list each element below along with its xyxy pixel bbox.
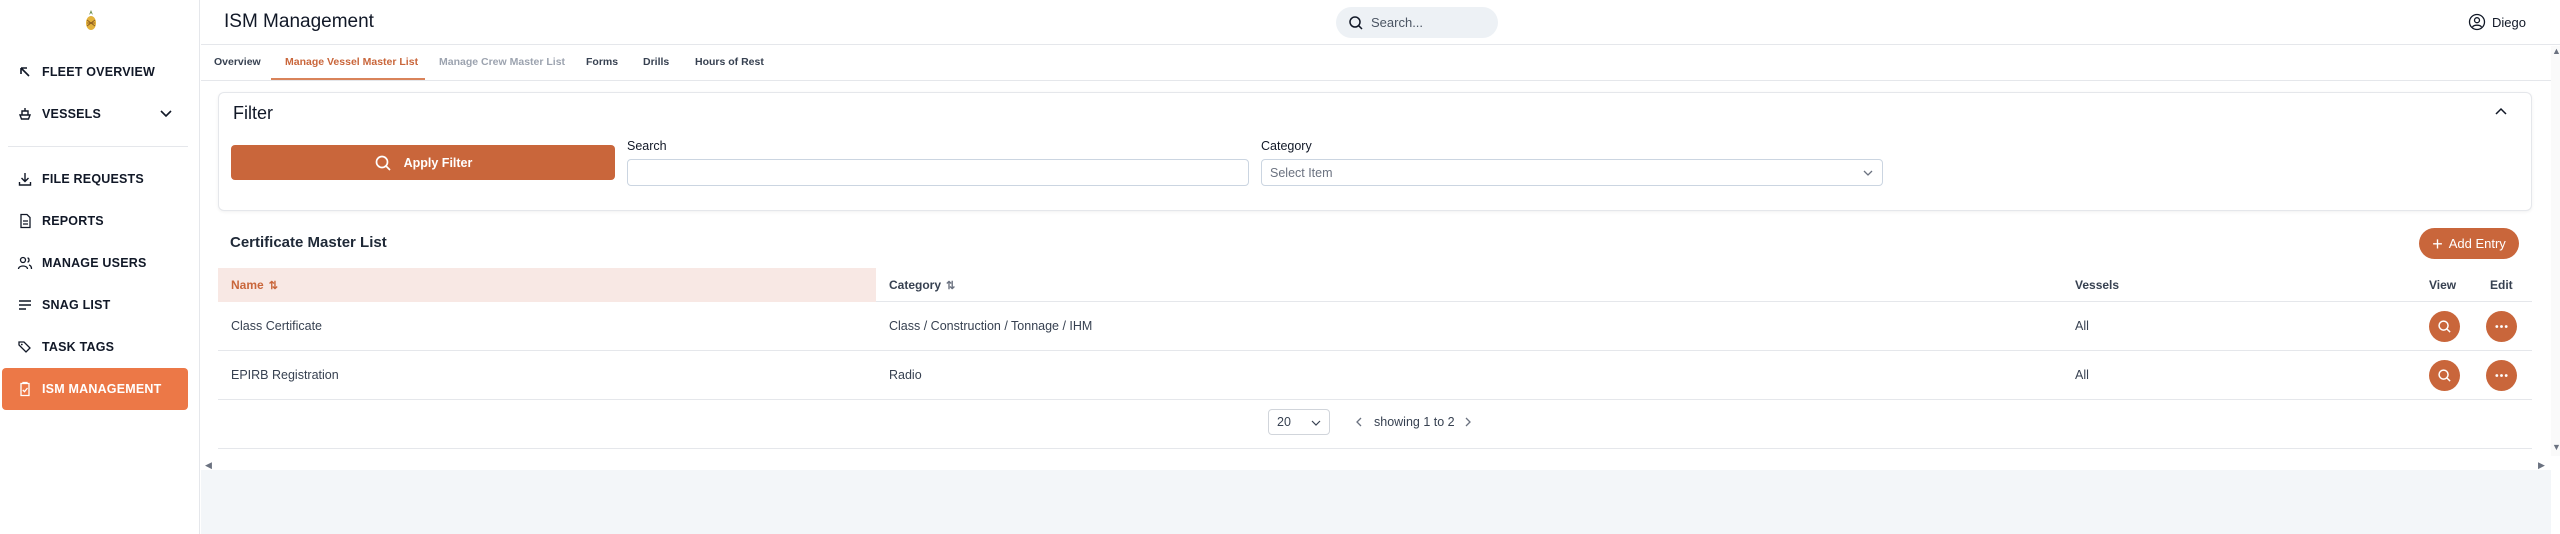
more-dots-icon — [2494, 368, 2509, 383]
sidebar-item-label: VESSELS — [42, 107, 102, 121]
pagination: 20 showing 1 to 2 — [1268, 409, 1483, 435]
horizontal-scrollbar-track[interactable] — [218, 448, 2532, 449]
search-icon — [2437, 319, 2452, 334]
column-header-view: View — [2429, 278, 2457, 292]
sidebar-item-fleet-overview[interactable]: FLEET OVERVIEW — [2, 51, 188, 93]
next-page-icon[interactable] — [1463, 416, 1475, 428]
category-placeholder: Select Item — [1270, 165, 1333, 180]
cell-category: Class / Construction / Tonnage / IHM — [889, 319, 1093, 333]
vertical-scrollbar[interactable]: ▲ ▼ — [2551, 46, 2560, 456]
column-header-vessels: Vessels — [2075, 278, 2120, 292]
category-label: Category — [1261, 139, 1312, 153]
sort-icon[interactable]: ⇅ — [946, 279, 955, 292]
sidebar-item-label: MANAGE USERS — [42, 256, 147, 270]
filter-search-input[interactable] — [627, 159, 1249, 186]
tab-overview[interactable]: Overview — [214, 56, 261, 68]
page-size-value: 20 — [1277, 415, 1291, 429]
add-entry-button[interactable]: + Add Entry — [2419, 228, 2519, 259]
sidebar-item-task-tags[interactable]: TASK TAGS — [2, 326, 188, 368]
sidebar-item-snag-list[interactable]: SNAG LIST — [2, 284, 188, 326]
add-entry-label: Add Entry — [2448, 236, 2506, 251]
sidebar-item-ism-management[interactable]: ISM MANAGEMENT — [2, 368, 188, 410]
ship-icon — [16, 105, 34, 123]
sort-asc-icon[interactable]: ⇅ — [269, 279, 278, 292]
sidebar-item-label: REPORTS — [42, 214, 104, 228]
chevron-up-icon[interactable] — [2493, 104, 2509, 120]
tab-bar: Overview Manage Vessel Master List Manag… — [201, 46, 2551, 81]
user-avatar-icon — [2468, 13, 2492, 31]
sidebar-item-label: SNAG LIST — [42, 298, 111, 312]
sidebar-item-manage-users[interactable]: MANAGE USERS — [2, 242, 188, 284]
column-category-label: Category — [889, 278, 942, 292]
sidebar: FLEET OVERVIEW VESSELS FILE REQUESTS REP… — [0, 0, 200, 534]
tab-drills[interactable]: Drills — [643, 56, 669, 68]
tab-hours-of-rest[interactable]: Hours of Rest — [695, 56, 764, 68]
cell-vessels: All — [2075, 368, 2089, 382]
apply-filter-label: Apply Filter — [403, 155, 473, 170]
search-input[interactable]: Search... — [1336, 7, 1498, 38]
scroll-right-arrow-icon[interactable]: ▶ — [2538, 460, 2545, 471]
cell-vessels: All — [2075, 319, 2089, 333]
chevron-down-icon[interactable] — [158, 105, 176, 123]
sidebar-item-vessels[interactable]: VESSELS — [2, 93, 188, 135]
download-icon — [16, 170, 34, 188]
table-header: Name ⇅ Category ⇅ Vessels View Edit — [218, 268, 2532, 302]
more-dots-icon — [2494, 319, 2509, 334]
sidebar-item-label: ISM MANAGEMENT — [42, 382, 162, 396]
prev-page-icon[interactable] — [1354, 416, 1366, 428]
page-title: ISM Management — [224, 11, 374, 32]
search-icon — [2437, 368, 2452, 383]
sidebar-item-label: FLEET OVERVIEW — [42, 65, 155, 79]
page-size-select[interactable]: 20 — [1268, 409, 1330, 435]
edit-button[interactable] — [2486, 311, 2517, 342]
active-tab-indicator — [271, 78, 425, 80]
cell-category: Radio — [889, 368, 922, 382]
column-header-name[interactable]: Name ⇅ — [218, 268, 876, 302]
list-icon — [16, 296, 34, 314]
cell-name: EPIRB Registration — [231, 368, 339, 382]
search-icon — [374, 154, 404, 172]
clipboard-check-icon — [16, 380, 34, 398]
view-button[interactable] — [2429, 311, 2460, 342]
search-icon — [1348, 15, 1371, 31]
tab-forms[interactable]: Forms — [586, 56, 618, 68]
column-header-edit: Edit — [2490, 278, 2513, 292]
search-label: Search — [627, 139, 667, 153]
sidebar-divider — [8, 146, 188, 147]
category-select[interactable]: Select Item — [1261, 159, 1883, 186]
list-title: Certificate Master List — [230, 234, 387, 251]
view-button[interactable] — [2429, 360, 2460, 391]
search-placeholder: Search... — [1371, 15, 1424, 30]
arrow-up-left-icon — [16, 63, 34, 81]
user-menu[interactable]: Diego — [2468, 13, 2526, 31]
scroll-left-arrow-icon[interactable]: ◀ — [205, 460, 212, 471]
scroll-up-arrow-icon[interactable]: ▲ — [2552, 46, 2560, 56]
sidebar-item-label: TASK TAGS — [42, 340, 115, 354]
filter-panel: Filter Apply Filter Search Category Sele… — [218, 92, 2532, 211]
user-name: Diego — [2492, 14, 2526, 30]
certificate-table: Name ⇅ Category ⇅ Vessels View Edit Clas… — [218, 268, 2532, 400]
tab-manage-crew-master-list[interactable]: Manage Crew Master List — [439, 56, 565, 68]
edit-button[interactable] — [2486, 360, 2517, 391]
top-header: ISM Management Search... Diego — [201, 0, 2560, 45]
apply-filter-button[interactable]: Apply Filter — [231, 145, 615, 180]
column-name-label: Name — [231, 278, 264, 292]
table-row[interactable]: EPIRB Registration Radio All — [218, 351, 2532, 400]
cell-name: Class Certificate — [231, 319, 322, 333]
document-icon — [16, 212, 34, 230]
filter-title: Filter — [233, 103, 273, 123]
scroll-down-arrow-icon[interactable]: ▼ — [2552, 442, 2560, 452]
sidebar-item-file-requests[interactable]: FILE REQUESTS — [2, 158, 188, 200]
page-footer-background — [201, 470, 2551, 534]
sidebar-item-label: FILE REQUESTS — [42, 172, 144, 186]
column-header-category[interactable]: Category ⇅ — [889, 268, 955, 302]
users-icon — [16, 254, 34, 272]
sidebar-item-reports[interactable]: REPORTS — [2, 200, 188, 242]
table-row[interactable]: Class Certificate Class / Construction /… — [218, 302, 2532, 351]
plus-icon: + — [2432, 233, 2443, 254]
tab-manage-vessel-master-list[interactable]: Manage Vessel Master List — [285, 56, 418, 68]
tags-icon — [16, 338, 34, 356]
showing-range: showing 1 to 2 — [1374, 415, 1455, 429]
pineapple-logo[interactable] — [83, 10, 99, 32]
